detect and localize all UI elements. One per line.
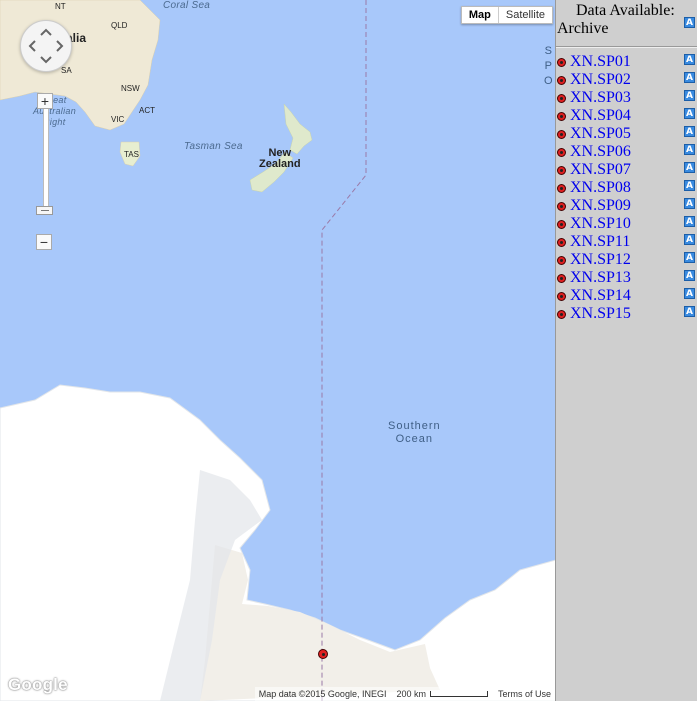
archive-badge-icon[interactable]: A	[684, 306, 695, 317]
archive-badge-icon[interactable]: A	[684, 234, 695, 245]
station-marker-icon	[557, 93, 566, 103]
station-list-item[interactable]: XN.SP03 A	[556, 89, 697, 107]
label-nsw: NSW	[121, 84, 140, 93]
station-list-item[interactable]: XN.SP12 A	[556, 251, 697, 269]
station-list-item[interactable]: XN.SP01 A	[556, 53, 697, 71]
station-marker[interactable]	[318, 649, 328, 659]
station-link[interactable]: XN.SP08	[570, 179, 631, 197]
label-new-zealand: New Zealand	[259, 147, 301, 170]
station-marker-icon	[557, 183, 566, 193]
station-link[interactable]: XN.SP03	[570, 89, 631, 107]
station-link[interactable]: XN.SP06	[570, 143, 631, 161]
archive-badge-icon[interactable]: A	[684, 216, 695, 227]
station-link[interactable]: XN.SP04	[570, 107, 631, 125]
pan-arrows-icon	[28, 28, 64, 64]
station-link[interactable]: XN.SP07	[570, 161, 631, 179]
label-act: ACT	[139, 106, 155, 115]
station-marker-icon	[557, 255, 566, 265]
archive-badge-icon[interactable]: A	[684, 126, 695, 137]
archive-badge-icon[interactable]: A	[684, 108, 695, 119]
label-tasman-sea: Tasman Sea	[184, 141, 243, 152]
panel-heading-title: Data Available:	[576, 2, 675, 19]
station-link[interactable]: XN.SP12	[570, 251, 631, 269]
label-tas: TAS	[124, 150, 139, 159]
archive-badge-icon[interactable]: A	[684, 252, 695, 263]
station-link[interactable]: XN.SP14	[570, 287, 631, 305]
station-list-item[interactable]: XN.SP04 A	[556, 107, 697, 125]
station-list-item[interactable]: XN.SP09 A	[556, 197, 697, 215]
zoom-slider-track[interactable]	[43, 104, 49, 208]
map-type-control: Map Satellite	[460, 6, 553, 24]
archive-badge-icon[interactable]: A	[684, 270, 695, 281]
archive-badge-icon[interactable]: A	[684, 198, 695, 209]
map-type-satellite-button[interactable]: Satellite	[499, 7, 552, 23]
station-marker-icon	[557, 291, 566, 301]
station-marker-icon	[557, 237, 566, 247]
scale-bar: 200 km	[396, 689, 488, 699]
panel-heading: Data Available: Archive	[556, 0, 697, 38]
label-vic: VIC	[111, 115, 125, 124]
station-list-item[interactable]: XN.SP13 A	[556, 269, 697, 287]
archive-badge-icon[interactable]: A	[684, 144, 695, 155]
label-pacific-ocean-partial: S P O	[544, 45, 553, 87]
station-list-item[interactable]: XN.SP14 A	[556, 287, 697, 305]
label-qld: QLD	[111, 21, 128, 30]
map-attribution: Map data ©2015 Google, INEGI	[258, 689, 387, 699]
archive-badge-icon[interactable]: A	[684, 90, 695, 101]
terms-of-use-link[interactable]: Terms of Use	[498, 689, 551, 699]
scale-label: 200 km	[396, 689, 426, 699]
station-marker-icon	[557, 309, 566, 319]
google-logo[interactable]: Google	[8, 675, 68, 695]
label-nt: NT	[55, 2, 66, 11]
map-type-map-button[interactable]: Map	[462, 7, 498, 23]
station-list-item[interactable]: XN.SP15 A	[556, 305, 697, 323]
station-list-item[interactable]: XN.SP11 A	[556, 233, 697, 251]
map-background	[0, 0, 555, 701]
archive-badge-icon[interactable]: A	[684, 162, 695, 173]
station-marker-icon	[557, 111, 566, 121]
archive-badge-icon: A	[684, 17, 695, 28]
station-list-item[interactable]: XN.SP06 A	[556, 143, 697, 161]
pan-control[interactable]	[20, 20, 72, 72]
page: Coral Sea Tasman Sea NT QLD SA NSW ACT V…	[0, 0, 697, 701]
zoom-in-button[interactable]: +	[37, 93, 53, 109]
station-marker-icon	[557, 201, 566, 211]
archive-badge-icon[interactable]: A	[684, 54, 695, 65]
station-panel: Data Available: Archive A XN.SP01 A XN.SP0…	[556, 0, 697, 701]
station-marker-icon	[557, 129, 566, 139]
station-marker-icon	[557, 273, 566, 283]
station-marker-icon	[557, 147, 566, 157]
station-marker-icon	[557, 57, 566, 67]
zoom-out-button[interactable]: −	[36, 234, 52, 250]
station-list-item[interactable]: XN.SP08 A	[556, 179, 697, 197]
station-link[interactable]: XN.SP01	[570, 53, 631, 71]
station-link[interactable]: XN.SP11	[570, 233, 630, 251]
station-list-item[interactable]: XN.SP05 A	[556, 125, 697, 143]
panel-divider	[556, 46, 697, 48]
archive-badge-icon[interactable]: A	[684, 288, 695, 299]
station-list-item[interactable]: XN.SP10 A	[556, 215, 697, 233]
archive-badge-icon[interactable]: A	[684, 72, 695, 83]
map-footer: Map data ©2015 Google, INEGI 200 km Term…	[254, 687, 555, 701]
station-marker-icon	[557, 75, 566, 85]
station-link[interactable]: XN.SP15	[570, 305, 631, 323]
station-marker-icon	[557, 165, 566, 175]
archive-badge-icon[interactable]: A	[684, 180, 695, 191]
station-link[interactable]: XN.SP13	[570, 269, 631, 287]
panel-heading-subtitle: Archive	[557, 20, 609, 37]
zoom-slider-handle[interactable]	[36, 206, 53, 215]
station-link[interactable]: XN.SP02	[570, 71, 631, 89]
station-list-item[interactable]: XN.SP07 A	[556, 161, 697, 179]
station-list-item[interactable]: XN.SP02 A	[556, 71, 697, 89]
station-link[interactable]: XN.SP05	[570, 125, 631, 143]
station-link[interactable]: XN.SP09	[570, 197, 631, 215]
station-link[interactable]: XN.SP10	[570, 215, 631, 233]
station-marker-icon	[557, 219, 566, 229]
scale-bar-line	[429, 691, 488, 697]
map-canvas[interactable]: Coral Sea Tasman Sea NT QLD SA NSW ACT V…	[0, 0, 556, 701]
station-list: XN.SP01 A XN.SP02 A XN.SP03 A XN.SP04 A XN.SP05 A…	[556, 53, 697, 323]
label-coral-sea: Coral Sea	[163, 0, 211, 11]
label-southern-ocean: Southern Ocean	[388, 420, 441, 445]
